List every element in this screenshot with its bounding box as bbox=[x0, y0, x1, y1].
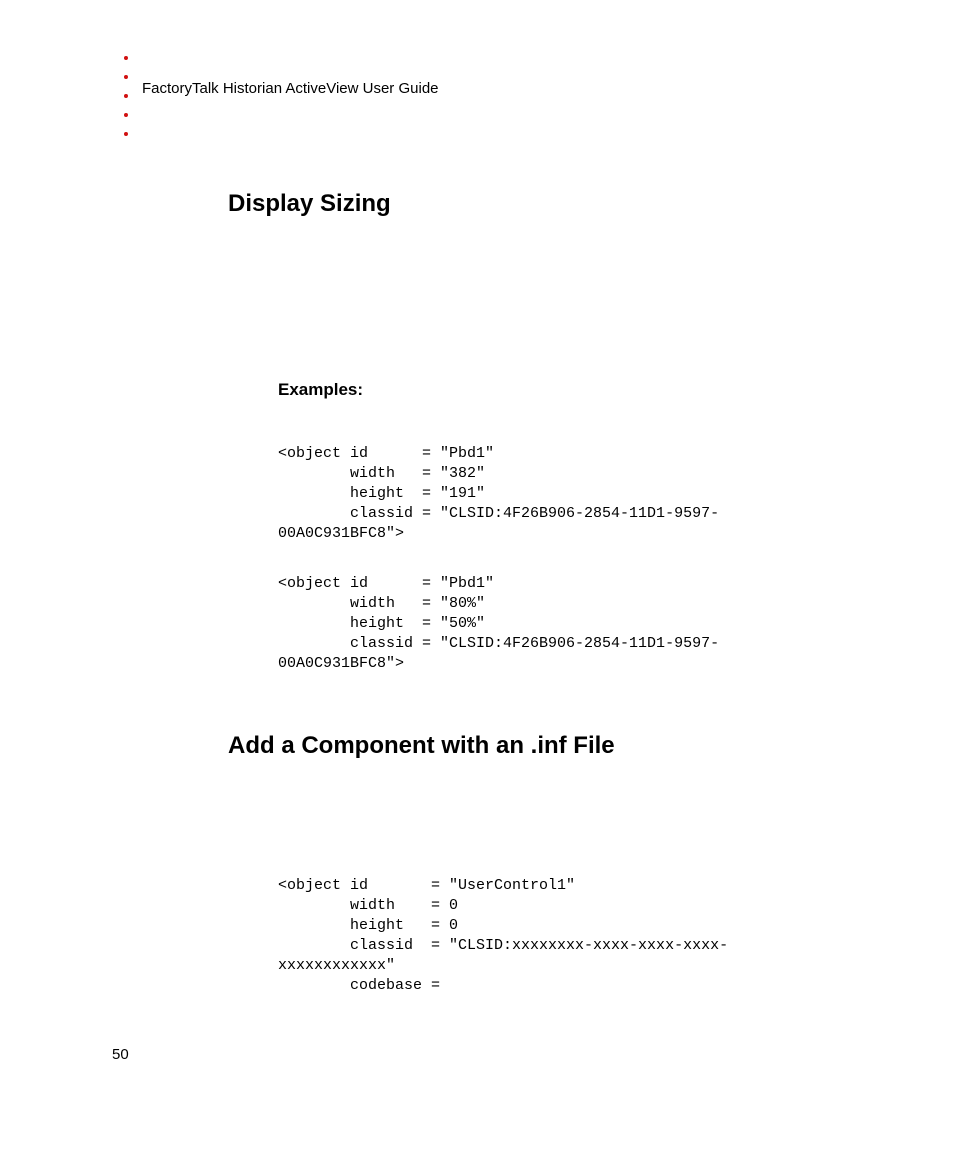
bullet-dot bbox=[124, 94, 128, 98]
bullet-dot bbox=[124, 56, 128, 60]
page-number: 50 bbox=[112, 1046, 129, 1063]
heading-add-component: Add a Component with an .inf File bbox=[228, 732, 615, 760]
code-block-1: <object id = "Pbd1" width = "382" height… bbox=[278, 444, 719, 544]
code-block-2: <object id = "Pbd1" width = "80%" height… bbox=[278, 574, 719, 674]
header-bullets bbox=[124, 56, 128, 151]
bullet-dot bbox=[124, 75, 128, 79]
heading-display-sizing: Display Sizing bbox=[228, 190, 391, 218]
running-header: FactoryTalk Historian ActiveView User Gu… bbox=[142, 80, 439, 97]
bullet-dot bbox=[124, 113, 128, 117]
code-block-3: <object id = "UserControl1" width = 0 he… bbox=[278, 876, 728, 996]
document-page: FactoryTalk Historian ActiveView User Gu… bbox=[0, 0, 954, 1164]
subheading-examples: Examples: bbox=[278, 380, 363, 400]
bullet-dot bbox=[124, 132, 128, 136]
